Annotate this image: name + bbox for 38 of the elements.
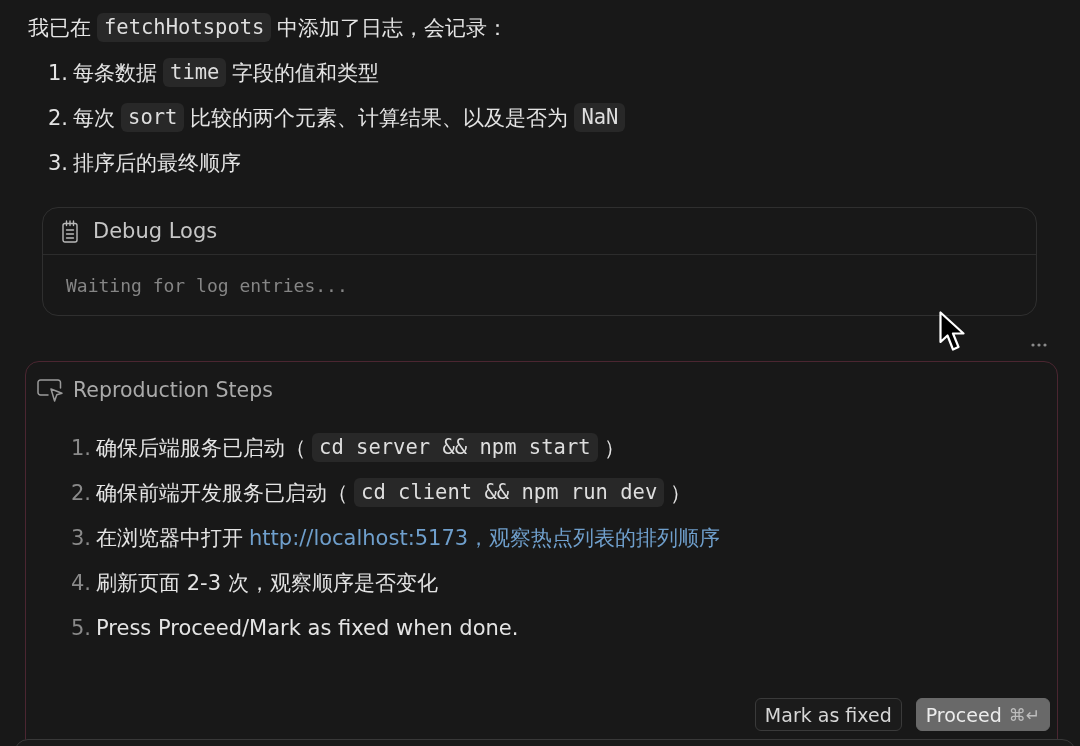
proceed-button[interactable]: Proceed ⌘↵: [915, 698, 1050, 731]
inline-code: NaN: [574, 103, 626, 132]
list-number: 3.: [48, 150, 69, 175]
step-text: Press Proceed/Mark as fixed when done.: [96, 615, 519, 640]
message-text: 比较的两个元素、计算结果、以及是否为: [190, 104, 569, 132]
inline-code: fetchHotspots: [97, 13, 272, 42]
list-number: 1.: [48, 60, 69, 85]
step-number: 2.: [71, 480, 92, 505]
list-number: 2.: [48, 105, 69, 130]
panel-title: Debug Logs: [93, 219, 218, 243]
step-number: 4.: [71, 570, 92, 595]
link[interactable]: http://localhost:5173，观察热点列表的排列顺序: [249, 523, 721, 552]
mark-fixed-button[interactable]: Mark as fixed: [754, 698, 902, 731]
message-text: 排序后的最终顺序: [73, 149, 242, 177]
step-number: 1.: [71, 435, 92, 460]
message-text: 我已在: [28, 14, 91, 42]
step-text: 刷新页面 2-3 次，观察顺序是否变化: [96, 569, 438, 597]
step-number: 3.: [71, 525, 92, 550]
inline-code: time: [163, 58, 227, 87]
panel-title: Reproduction Steps: [73, 378, 273, 402]
step-text: ）: [603, 434, 625, 462]
notepad-icon: [62, 219, 78, 243]
inline-code: sort: [121, 103, 185, 132]
step-text: 在浏览器中打开: [96, 524, 244, 552]
message-text: 字段的值和类型: [232, 59, 380, 87]
step-text: 确保后端服务已启动（: [96, 434, 307, 462]
step-text: ）: [670, 479, 692, 507]
ellipsis-icon[interactable]: [1031, 343, 1047, 347]
inline-code: cd client && npm run dev: [354, 478, 665, 507]
step-number: 5.: [71, 615, 92, 640]
message-text: 中添加了日志，会记录：: [277, 14, 509, 42]
inline-code: cd server && npm start: [312, 433, 598, 462]
mouse-pointer-icon: [939, 311, 966, 352]
message-text: 每条数据: [73, 59, 158, 87]
pointer-frame-icon: [37, 378, 63, 402]
message-text: 每次: [73, 104, 116, 132]
empty-log-message: Waiting for log entries...: [66, 274, 348, 296]
step-text: 确保前端开发服务已启动（: [96, 479, 349, 507]
